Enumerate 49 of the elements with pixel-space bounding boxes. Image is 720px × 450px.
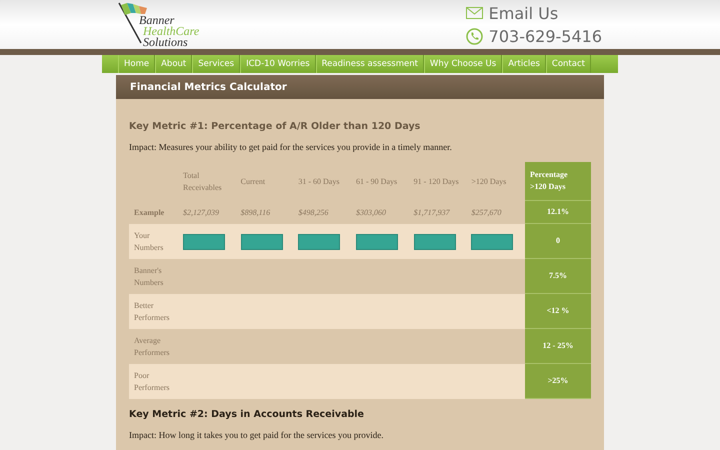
envelope-icon bbox=[466, 7, 483, 19]
result-header: Percentage >120 Days bbox=[525, 162, 591, 201]
page-title: Financial Metrics Calculator bbox=[116, 75, 604, 99]
input-field[interactable] bbox=[356, 234, 398, 250]
result-value: >25% bbox=[525, 364, 591, 399]
input-field[interactable] bbox=[298, 234, 340, 250]
section-heading: Key Metric #2: Days in Accounts Receivable bbox=[129, 409, 365, 420]
result-value: <12 % bbox=[525, 294, 591, 329]
result-value: 12 - 25% bbox=[525, 329, 591, 364]
example-value: $898,116 bbox=[240, 206, 270, 218]
nav-link[interactable]: Readiness assessment bbox=[316, 55, 424, 73]
result-value: 7.5% bbox=[525, 259, 591, 294]
nav-link[interactable]: About bbox=[155, 55, 192, 73]
example-value: $1,717,937 bbox=[414, 206, 450, 218]
phone-number: 703-629-5416 bbox=[488, 26, 602, 46]
column-header: 91 - 120 Days bbox=[414, 176, 459, 188]
input-field[interactable] bbox=[414, 234, 456, 250]
column-header: 61 - 90 Days bbox=[356, 176, 398, 188]
impact-text: Impact: How long it takes you to get paid for the services you provide. bbox=[129, 430, 384, 440]
nav-link[interactable]: ICD-10 Worries bbox=[240, 55, 316, 73]
example-value: $498,256 bbox=[298, 206, 328, 218]
email-link[interactable]: Email Us bbox=[488, 4, 558, 22]
row-label: Example bbox=[134, 206, 164, 218]
row-label: Poor Performers bbox=[134, 370, 171, 394]
example-value: $257,670 bbox=[471, 206, 502, 218]
example-value: $2,127,039 bbox=[183, 206, 219, 218]
section-heading: Key Metric #1: Percentage of A/R Older than 120 Days bbox=[129, 121, 422, 132]
nav-link[interactable]: Services bbox=[192, 55, 240, 73]
result-value: 0 bbox=[525, 224, 591, 259]
column-header: Total Receivables bbox=[183, 170, 223, 194]
row-label: Banner's Numbers bbox=[134, 264, 164, 288]
input-field[interactable] bbox=[471, 234, 514, 250]
example-value: $303,060 bbox=[356, 206, 386, 218]
phone-icon bbox=[466, 28, 483, 44]
nav-link[interactable]: Contact bbox=[546, 55, 591, 73]
nav-link[interactable]: Home bbox=[118, 55, 156, 73]
nav-link[interactable]: Articles bbox=[502, 55, 546, 73]
result-value: 12.1% bbox=[525, 201, 591, 224]
input-field[interactable] bbox=[183, 234, 225, 250]
column-header: Current bbox=[240, 176, 266, 188]
input-field[interactable] bbox=[240, 234, 283, 250]
row-label: Average Performers bbox=[134, 334, 171, 358]
column-header: 31 - 60 Days bbox=[298, 176, 340, 188]
impact-text: Impact: Measures your ability to get paid for the services you provide in a timely manner. bbox=[129, 142, 453, 152]
logo-text: Banner HealthCare Solutions bbox=[139, 15, 200, 48]
row-label: Your Numbers bbox=[134, 230, 164, 254]
column-header: >120 Days bbox=[471, 176, 506, 188]
row-label: Better Performers bbox=[134, 300, 171, 324]
nav-link[interactable]: Why Choose Us bbox=[424, 55, 502, 73]
